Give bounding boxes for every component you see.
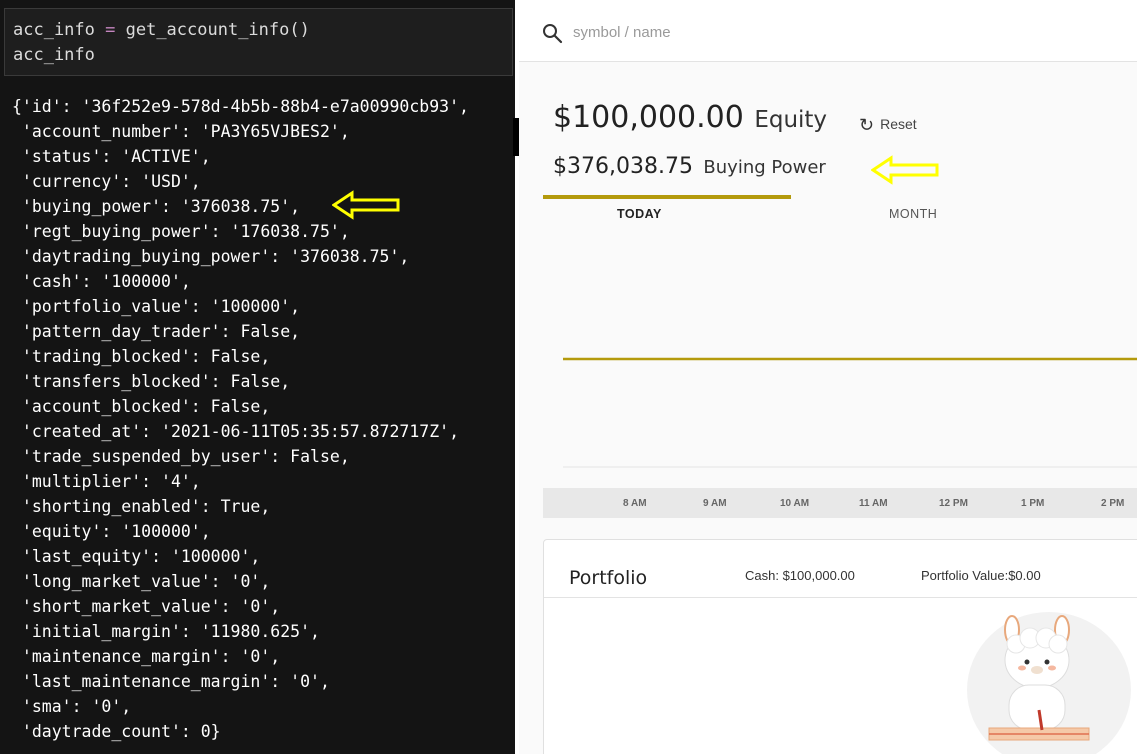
- reset-button[interactable]: ↻ Reset: [859, 115, 917, 136]
- output-line: 'cash': '100000',: [12, 272, 191, 291]
- output-line: 'maintenance_margin': '0',: [12, 647, 281, 666]
- tab-month[interactable]: MONTH: [889, 207, 989, 221]
- equity-summary: $100,000.00 Equity: [553, 100, 827, 140]
- output-line: 'status': 'ACTIVE',: [12, 147, 211, 166]
- code-rhs: get_account_info(): [115, 20, 310, 40]
- time-tick: 8 AM: [623, 498, 647, 509]
- buying-power-summary: $376,038.75 Buying Power: [553, 154, 826, 179]
- portfolio-header: Portfolio Cash: $100,000.00 Portfolio Va…: [544, 540, 1137, 598]
- code-operator: =: [105, 20, 116, 40]
- time-tick: 9 AM: [703, 498, 727, 509]
- output-line: 'last_equity': '100000',: [12, 547, 261, 566]
- time-tick: 10 AM: [780, 498, 810, 509]
- output-line: 'account_blocked': False,: [12, 397, 271, 416]
- equity-value: $100,000.00: [553, 100, 744, 135]
- output-line: 'shorting_enabled': True,: [12, 497, 271, 516]
- search-bar: [519, 0, 1137, 62]
- output-line: 'created_at': '2021-06-11T05:35:57.87271…: [12, 422, 460, 441]
- output-line: 'multiplier': '4',: [12, 472, 201, 491]
- code-lhs: acc_info: [13, 20, 106, 40]
- output-line: 'daytrading_buying_power': '376038.75',: [12, 247, 410, 266]
- reset-label: Reset: [880, 116, 917, 132]
- alpaca-dashboard: $100,000.00 Equity ↻ Reset $376,038.75 Bu…: [519, 0, 1137, 754]
- time-tick: 2 PM: [1101, 498, 1125, 509]
- portfolio-card: Portfolio Cash: $100,000.00 Portfolio Va…: [543, 539, 1137, 754]
- output-line: 'buying_power': '376038.75',: [12, 197, 301, 216]
- output-line: 'sma': '0',: [12, 697, 132, 716]
- output-line: 'regt_buying_power': '176038.75',: [12, 222, 350, 241]
- output-line: {'id': '36f252e9-578d-4b5b-88b4-e7a00990…: [12, 97, 469, 116]
- code-lhs: acc_info: [13, 45, 95, 65]
- portfolio-value: Portfolio Value:$0.00: [921, 568, 1041, 583]
- output-line: 'last_maintenance_margin': '0',: [12, 672, 330, 691]
- annotation-arrow-icon: [871, 155, 939, 185]
- output-line: 'portfolio_value': '100000',: [12, 297, 301, 316]
- tab-today[interactable]: TODAY: [617, 207, 717, 221]
- time-tick: 12 PM: [939, 498, 968, 509]
- portfolio-title: Portfolio: [569, 567, 648, 589]
- code-cell-output: {'id': '36f252e9-578d-4b5b-88b4-e7a00990…: [12, 94, 512, 744]
- notebook-panel: acc_info = get_account_info() acc_info {'…: [0, 0, 515, 754]
- active-tab-indicator: [543, 195, 791, 199]
- time-tick: 1 PM: [1021, 498, 1045, 509]
- annotation-arrow-icon: [332, 190, 400, 220]
- search-icon[interactable]: [541, 22, 563, 44]
- code-line-2: acc_info: [13, 43, 512, 68]
- equity-label: Equity: [754, 107, 828, 133]
- search-input[interactable]: [573, 20, 873, 44]
- time-tick: 11 AM: [859, 498, 888, 509]
- output-line: 'account_number': 'PA3Y65VJBES2',: [12, 122, 350, 141]
- output-line: 'daytrade_count': 0}: [12, 722, 221, 741]
- output-line: 'pattern_day_trader': False,: [12, 322, 301, 341]
- output-line: 'trade_suspended_by_user': False,: [12, 447, 350, 466]
- output-line: 'trading_blocked': False,: [12, 347, 271, 366]
- output-line: 'long_market_value': '0',: [12, 572, 271, 591]
- alpaca-mascot-icon: [967, 612, 1131, 754]
- output-line: 'initial_margin': '11980.625',: [12, 622, 320, 641]
- equity-chart: [563, 357, 1137, 468]
- output-line: 'short_market_value': '0',: [12, 597, 281, 616]
- refresh-icon: ↻: [859, 115, 875, 135]
- output-line: 'equity': '100000',: [12, 522, 211, 541]
- output-line: 'currency': 'USD',: [12, 172, 201, 191]
- buying-power-label: Buying Power: [703, 157, 826, 178]
- code-cell-input[interactable]: acc_info = get_account_info() acc_info: [4, 8, 513, 76]
- output-line: 'transfers_blocked': False,: [12, 372, 291, 391]
- code-line-1: acc_info = get_account_info(): [13, 18, 512, 43]
- buying-power-value: $376,038.75: [553, 154, 693, 179]
- portfolio-cash: Cash: $100,000.00: [745, 568, 855, 583]
